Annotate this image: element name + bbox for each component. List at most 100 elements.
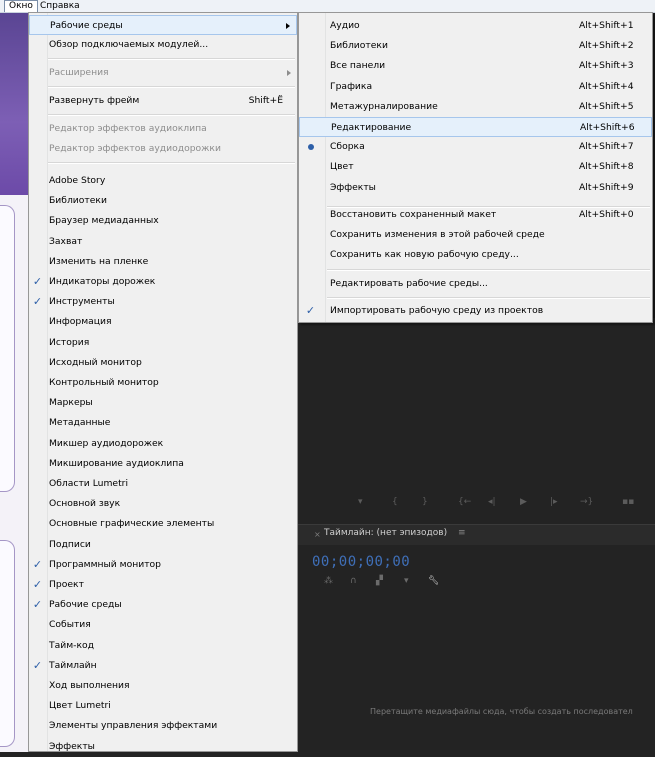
menu-item-save-new[interactable]: Сохранить как новую рабочую среду...: [299, 245, 652, 265]
timeline-drop-hint: Перетащите медиафайлы сюда, чтобы создат…: [370, 707, 633, 716]
menu-item-workspace[interactable]: Графика Alt+Shift+4: [299, 77, 652, 97]
menu-item-label: Развернуть фрейм: [49, 95, 140, 106]
menu-separator: [327, 297, 650, 299]
menu-item-label: Программный монитор: [49, 558, 161, 570]
menu-item-panel[interactable]: ✓ Индикаторы дорожек: [29, 272, 297, 292]
timeline-title[interactable]: Таймлайн: (нет эпизодов): [324, 528, 447, 538]
menu-item-label: Редактировать рабочие среды...: [330, 278, 488, 289]
menu-item-label: Расширения: [49, 67, 109, 78]
timecode-display[interactable]: 00;00;00;00: [312, 554, 410, 570]
menu-item-panel[interactable]: Подписи: [29, 535, 297, 555]
nest-icon[interactable]: ⁂: [324, 576, 333, 586]
menu-item-workspace[interactable]: Эффекты Alt+Shift+9: [299, 178, 652, 198]
menu-item-panel[interactable]: Основные графические элементы: [29, 514, 297, 534]
menu-item-panel[interactable]: События: [29, 615, 297, 635]
menu-item-expand-frame[interactable]: Развернуть фрейм Shift+Ё: [29, 91, 297, 111]
menu-item-label: Подписи: [49, 538, 91, 550]
menu-item-clip-fx-editor: Редактор эффектов аудиоклипа: [29, 119, 297, 139]
menu-item-label: Рабочие среды: [50, 20, 123, 31]
menu-separator: [48, 58, 295, 60]
menu-item-panel[interactable]: ✓ Таймлайн: [29, 656, 297, 676]
wrench-icon[interactable]: 🔧︎: [428, 576, 439, 586]
menu-item-panel[interactable]: Эффекты: [29, 737, 297, 757]
menu-item-panel[interactable]: Тайм-код: [29, 636, 297, 656]
menu-item-panel[interactable]: Микшер аудиодорожек: [29, 434, 297, 454]
menu-item-shortcut: Shift+Ё: [248, 95, 283, 106]
menu-window[interactable]: Окно: [4, 0, 38, 12]
radio-dot-icon: [308, 144, 314, 151]
menu-item-workspace[interactable]: Цвет Alt+Shift+8: [299, 157, 652, 177]
timeline-tools: ⁂ ∩ ▞ ▾ 🔧︎: [312, 576, 512, 590]
menu-item-workspace[interactable]: Библиотеки Alt+Shift+2: [299, 36, 652, 56]
step-back-icon[interactable]: ◂|: [488, 494, 496, 510]
menu-item-label: Захват: [49, 235, 83, 247]
menu-item-panel[interactable]: Изменить на пленке: [29, 252, 297, 272]
go-to-out-icon[interactable]: →}: [580, 494, 593, 510]
menu-item-label: Маркеры: [49, 397, 93, 409]
menu-item-panel[interactable]: ✓ Рабочие среды: [29, 595, 297, 615]
step-forward-icon[interactable]: |▸: [550, 494, 558, 510]
menu-item-panel[interactable]: Захват: [29, 232, 297, 252]
menu-item-label: Библиотеки: [330, 40, 388, 52]
background-panel-image: [0, 13, 30, 195]
marker-icon[interactable]: ▾: [358, 494, 363, 510]
menu-item-panel[interactable]: История: [29, 333, 297, 353]
menu-item-panel[interactable]: Цвет Lumetri: [29, 696, 297, 716]
snap-icon[interactable]: ∩: [350, 576, 357, 586]
menu-item-panel[interactable]: ✓ Инструменты: [29, 292, 297, 312]
go-to-in-icon[interactable]: {←: [458, 494, 471, 510]
menu-item-import-from-projects[interactable]: ✓ Импортировать рабочую среду из проекто…: [299, 301, 652, 321]
menu-item-label: Основные графические элементы: [49, 518, 215, 530]
menu-help[interactable]: Справка: [36, 0, 84, 12]
menu-item-plugins-overview[interactable]: Обзор подключаемых модулей...: [29, 35, 297, 55]
menu-item-panel[interactable]: Микширование аудиоклипа: [29, 454, 297, 474]
menu-item-label: Эффекты: [330, 181, 376, 193]
menu-item-panel[interactable]: Библиотеки: [29, 191, 297, 211]
menu-item-workspace[interactable]: Сборка Alt+Shift+7: [299, 137, 652, 157]
menu-item-label: Сохранить как новую рабочую среду...: [330, 249, 519, 260]
menu-item-panel[interactable]: Метаданные: [29, 413, 297, 433]
menu-item-panel[interactable]: Основной звук: [29, 494, 297, 514]
menu-item-panel[interactable]: Элементы управления эффектами: [29, 716, 297, 736]
panel-menu-icon[interactable]: ≡: [458, 528, 466, 538]
menu-item-label: Графика: [330, 80, 373, 92]
mark-out-icon[interactable]: }: [422, 494, 428, 510]
menu-item-label: Исходный монитор: [49, 356, 142, 368]
close-icon[interactable]: ×: [314, 530, 321, 539]
workspaces-submenu: Аудио Alt+Shift+1 Библиотеки Alt+Shift+2 Все…: [298, 12, 653, 323]
menu-item-panel[interactable]: Информация: [29, 312, 297, 332]
menu-item-panel[interactable]: Браузер медиаданных: [29, 211, 297, 231]
menu-item-workspace[interactable]: Все панели Alt+Shift+3: [299, 56, 652, 76]
menu-item-panel[interactable]: Области Lumetri: [29, 474, 297, 494]
menu-item-panel[interactable]: Исходный монитор: [29, 353, 297, 373]
menu-item-edit-workspaces[interactable]: Редактировать рабочие среды...: [299, 274, 652, 294]
menu-item-label: Элементы управления эффектами: [49, 720, 218, 732]
menu-item-label: Редактор эффектов аудиоклипа: [49, 123, 207, 134]
menu-item-label: Основной звук: [49, 498, 121, 510]
menu-item-label: История: [49, 336, 90, 348]
menu-item-panel[interactable]: ✓ Проект: [29, 575, 297, 595]
menu-item-panel[interactable]: Маркеры: [29, 393, 297, 413]
menu-item-reset-layout[interactable]: Восстановить сохраненный макет Alt+Shift…: [299, 205, 652, 225]
play-icon[interactable]: ▶: [520, 494, 527, 510]
menu-item-panel[interactable]: ✓ Программный монитор: [29, 555, 297, 575]
menu-item-shortcut: Alt+Shift+4: [579, 80, 634, 92]
menu-item-panel[interactable]: Ход выполнения: [29, 676, 297, 696]
menu-item-workspaces[interactable]: Рабочие среды: [29, 15, 297, 35]
menu-item-workspace[interactable]: Редактирование Alt+Shift+6: [299, 117, 652, 137]
menu-item-workspace[interactable]: Аудио Alt+Shift+1: [299, 16, 652, 36]
add-marker-icon[interactable]: ▾: [404, 576, 409, 586]
menu-item-panel[interactable]: Adobe Story: [29, 171, 297, 191]
linked-selection-icon[interactable]: ▞: [376, 576, 383, 586]
mark-in-icon[interactable]: {: [392, 494, 398, 510]
menu-item-shortcut: Alt+Shift+7: [579, 141, 634, 153]
menu-item-label: Редактирование: [331, 122, 412, 133]
insert-icon[interactable]: ▪▪: [622, 494, 634, 510]
menu-item-label: Цвет Lumetri: [49, 700, 111, 712]
menu-item-label: Рабочие среды: [49, 599, 122, 611]
menu-item-save-changes[interactable]: Сохранить изменения в этой рабочей среде: [299, 225, 652, 245]
menu-item-workspace[interactable]: Метажурналирование Alt+Shift+5: [299, 97, 652, 117]
menu-item-shortcut: Alt+Shift+6: [580, 122, 635, 133]
menu-item-panel[interactable]: Контрольный монитор: [29, 373, 297, 393]
menu-item-label: Редактор эффектов аудиодорожки: [49, 143, 221, 154]
